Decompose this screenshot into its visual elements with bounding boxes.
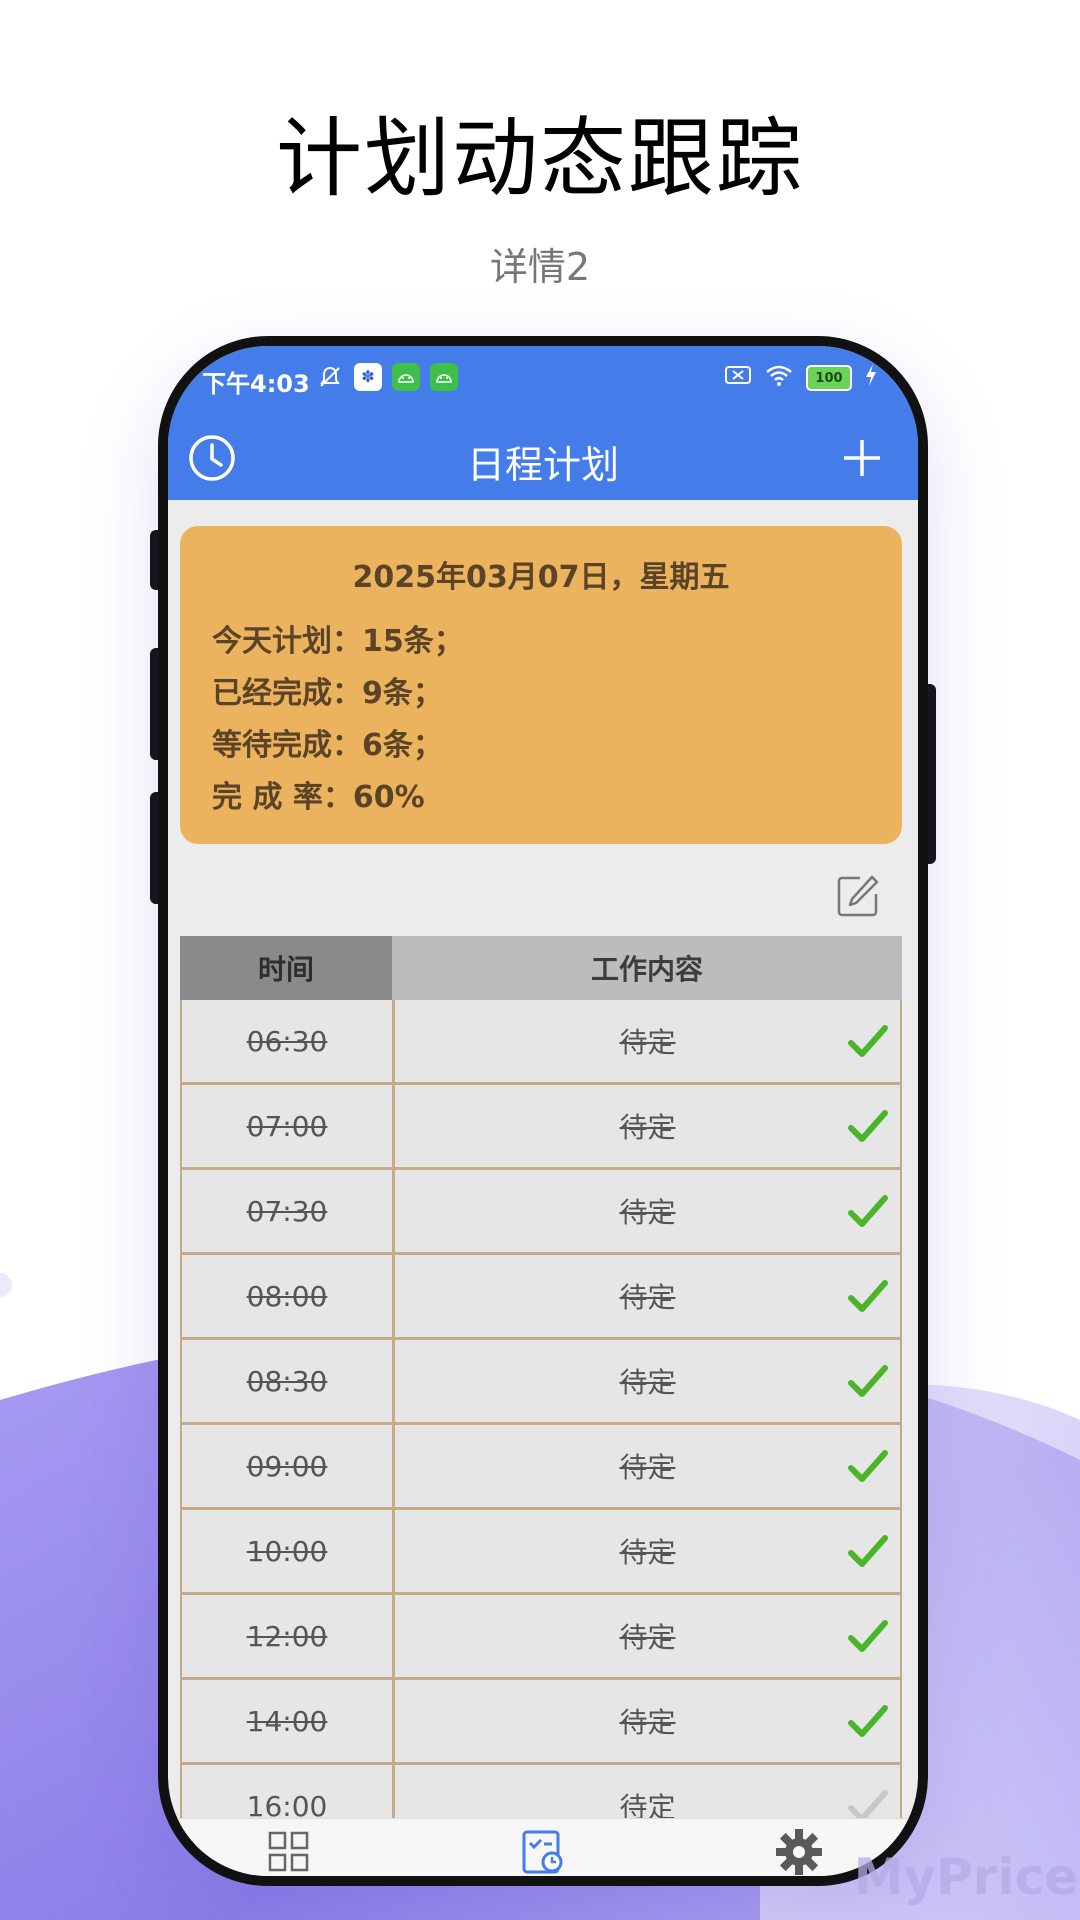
row-content: 待定 [395,1340,900,1422]
app-title: 日程计划 [466,443,619,487]
row-time: 08:00 [182,1255,395,1337]
nav-grid[interactable] [264,1827,314,1876]
table-row[interactable]: 08:00 待定 [180,1255,902,1340]
check-icon[interactable] [846,1445,890,1489]
summary-date: 2025年03月07日，星期五 [352,560,730,595]
header-time: 时间 [180,936,392,1000]
app-bar: 日程计划 [168,416,918,500]
check-icon[interactable] [846,1615,890,1659]
check-icon[interactable] [846,1190,890,1234]
table-row[interactable]: 07:00 待定 [180,1085,902,1170]
check-icon[interactable] [846,1275,890,1319]
android-icon [392,363,420,391]
check-icon[interactable] [846,1020,890,1064]
table-row[interactable]: 12:00 待定 [180,1595,902,1680]
row-content: 待定 [395,1680,900,1762]
table-row[interactable]: 14:00 待定 [180,1680,902,1765]
row-content-text: 待定 [619,1026,676,1059]
table-header: 时间 工作内容 [180,936,902,1000]
summary-waiting: 等待完成：6条； [212,728,443,763]
check-icon[interactable] [846,1105,890,1149]
promo-title: 计划动态跟踪 [276,109,804,209]
nav-settings[interactable] [774,1827,824,1876]
summary-card: 2025年03月07日，星期五 今天计划：15条； 已经完成：9条； 等待完成：… [180,526,902,844]
row-content-text: 待定 [619,1536,676,1569]
baidu-icon: ✽ [354,363,382,391]
edit-button[interactable] [836,874,880,918]
edit-icon [837,875,879,917]
header-content: 工作内容 [392,936,902,1000]
row-content-text: 待定 [619,1111,676,1144]
check-icon[interactable] [846,1700,890,1744]
row-content-text: 待定 [619,1451,676,1484]
bottom-nav [168,1818,918,1876]
row-content-text: 待定 [619,1621,676,1654]
row-content: 待定 [395,1595,900,1677]
row-content: 待定 [395,1425,900,1507]
row-time: 06:30 [182,1000,395,1082]
row-time: 07:00 [182,1085,395,1167]
summary-completed: 已经完成：9条； [212,676,443,711]
row-content-text: 待定 [619,1281,676,1314]
summary-rate: 完 成 率：60% [212,780,425,815]
phone-frame: 下午4:03 ✽ 100 日程计划 2025年03月07日，星期五 今天计划：1… [158,336,928,1886]
nav-schedule[interactable] [518,1827,568,1876]
table-row[interactable]: 08:30 待定 [180,1340,902,1425]
plus-icon [844,440,880,476]
row-time: 10:00 [182,1510,395,1592]
row-time: 09:00 [182,1425,395,1507]
check-icon[interactable] [846,1360,890,1404]
status-time: 下午4:03 [202,370,310,398]
row-time: 07:30 [182,1170,395,1252]
wifi-icon [764,363,794,393]
row-content: 待定 [395,1000,900,1082]
table-row[interactable]: 06:30 待定 [180,1000,902,1085]
row-content: 待定 [395,1170,900,1252]
charging-icon [864,363,878,393]
row-content: 待定 [395,1085,900,1167]
sim-off-icon [724,364,752,392]
table-row[interactable]: 10:00 待定 [180,1510,902,1595]
row-time: 14:00 [182,1680,395,1762]
row-time: 08:30 [182,1340,395,1422]
row-content-text: 待定 [619,1196,676,1229]
table-row[interactable]: 09:00 待定 [180,1425,902,1510]
promo-subtitle: 详情2 [489,245,591,289]
table-body: 06:30 待定 07:00 待定 07:30 待定 08:00 待定 08:30 待定 09:00… [180,1000,902,1850]
phone-screen: 下午4:03 ✽ 100 日程计划 2025年03月07日，星期五 今天计划：1… [168,346,918,1876]
table-row[interactable]: 07:30 待定 [180,1170,902,1255]
row-content-text: 待定 [619,1706,676,1739]
gear-icon [776,1829,822,1875]
watermark: MyPrice [853,1848,1078,1906]
row-content-text: 待定 [619,1366,676,1399]
mute-icon [316,363,344,391]
row-content: 待定 [395,1255,900,1337]
schedule-check-icon [522,1830,563,1874]
android-icon [430,363,458,391]
add-plan-button[interactable] [834,430,890,486]
grid-icon [268,1831,309,1872]
summary-today-plan: 今天计划：15条； [212,624,464,659]
status-bar: 下午4:03 ✽ 100 [168,346,918,416]
row-time: 12:00 [182,1595,395,1677]
schedule-table: 时间 工作内容 06:30 待定 07:00 待定 07:30 待定 08:00 待定 08:3… [180,936,902,1850]
check-icon[interactable] [846,1530,890,1574]
battery-icon: 100 [806,365,852,391]
row-content: 待定 [395,1510,900,1592]
